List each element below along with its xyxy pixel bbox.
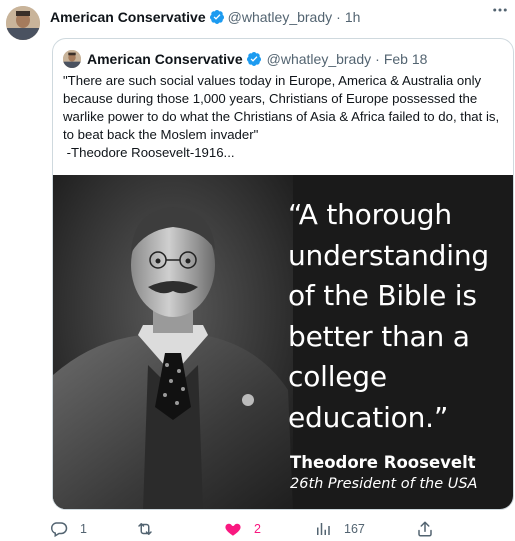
separator-dot: · (375, 51, 380, 67)
bar-chart-icon (317, 523, 330, 535)
quoted-author-name: American Conservative (87, 51, 243, 67)
image-attribution: Theodore Roosevelt 26th President of the… (290, 452, 477, 494)
quoted-tweet-date: Feb 18 (383, 51, 428, 67)
attribution-title: 26th President of the USA (290, 476, 478, 492)
share-button[interactable] (416, 518, 434, 540)
author-avatar[interactable] (6, 6, 40, 40)
author-handle[interactable]: @whatley_brady (228, 9, 333, 25)
image-quote-line: understanding (288, 238, 489, 272)
image-quote-line: “A thorough (288, 198, 452, 231)
retweet-icon (138, 523, 152, 535)
share-icon (418, 521, 432, 537)
verified-badge-icon (209, 10, 224, 24)
more-options-icon[interactable] (489, 0, 511, 21)
reply-icon (50, 522, 68, 538)
verified-badge-icon (246, 52, 261, 66)
quoted-tweet-image[interactable]: “A thorough understanding of the Bible i… (53, 175, 513, 509)
quoted-author-handle: @whatley_brady (266, 51, 372, 67)
image-quote-line: better than a (288, 319, 470, 353)
image-quote-line: education.” (288, 400, 449, 434)
reply-count: 1 (80, 522, 87, 536)
quoted-text-attribution: -Theodore Roosevelt-1916... (63, 145, 235, 160)
image-quote-text: “A thorough understanding of the Bible i… (288, 195, 513, 438)
views-button[interactable]: 167 (314, 518, 365, 540)
image-quote-line: of the Bible is (288, 279, 477, 312)
ellipsis-icon (493, 8, 507, 12)
roosevelt-portrait-image (53, 175, 293, 509)
tweet-action-bar: 1 2 167 (50, 518, 515, 540)
quoted-tweet-header: American Conservative @whatley_brady · F… (63, 49, 427, 69)
author-name[interactable]: American Conservative (50, 9, 206, 25)
quoted-author-avatar (63, 50, 81, 68)
quoted-tweet-text: "There are such social values today in E… (63, 72, 509, 162)
like-count: 2 (254, 522, 261, 536)
reply-button[interactable]: 1 (50, 518, 87, 540)
views-count: 167 (344, 522, 365, 536)
quoted-text-body: "There are such social values today in E… (63, 73, 500, 142)
image-quote-line: college (288, 360, 387, 393)
retweet-button[interactable] (136, 518, 166, 540)
separator-dot: · (336, 9, 341, 25)
heart-icon (225, 523, 241, 536)
tweet-header: American Conservative @whatley_brady · 1… (50, 7, 501, 27)
quoted-tweet[interactable]: American Conservative @whatley_brady · F… (52, 38, 514, 510)
attribution-name: Theodore Roosevelt (290, 453, 476, 472)
like-button[interactable]: 2 (224, 518, 261, 540)
tweet-time[interactable]: 1h (345, 9, 361, 25)
